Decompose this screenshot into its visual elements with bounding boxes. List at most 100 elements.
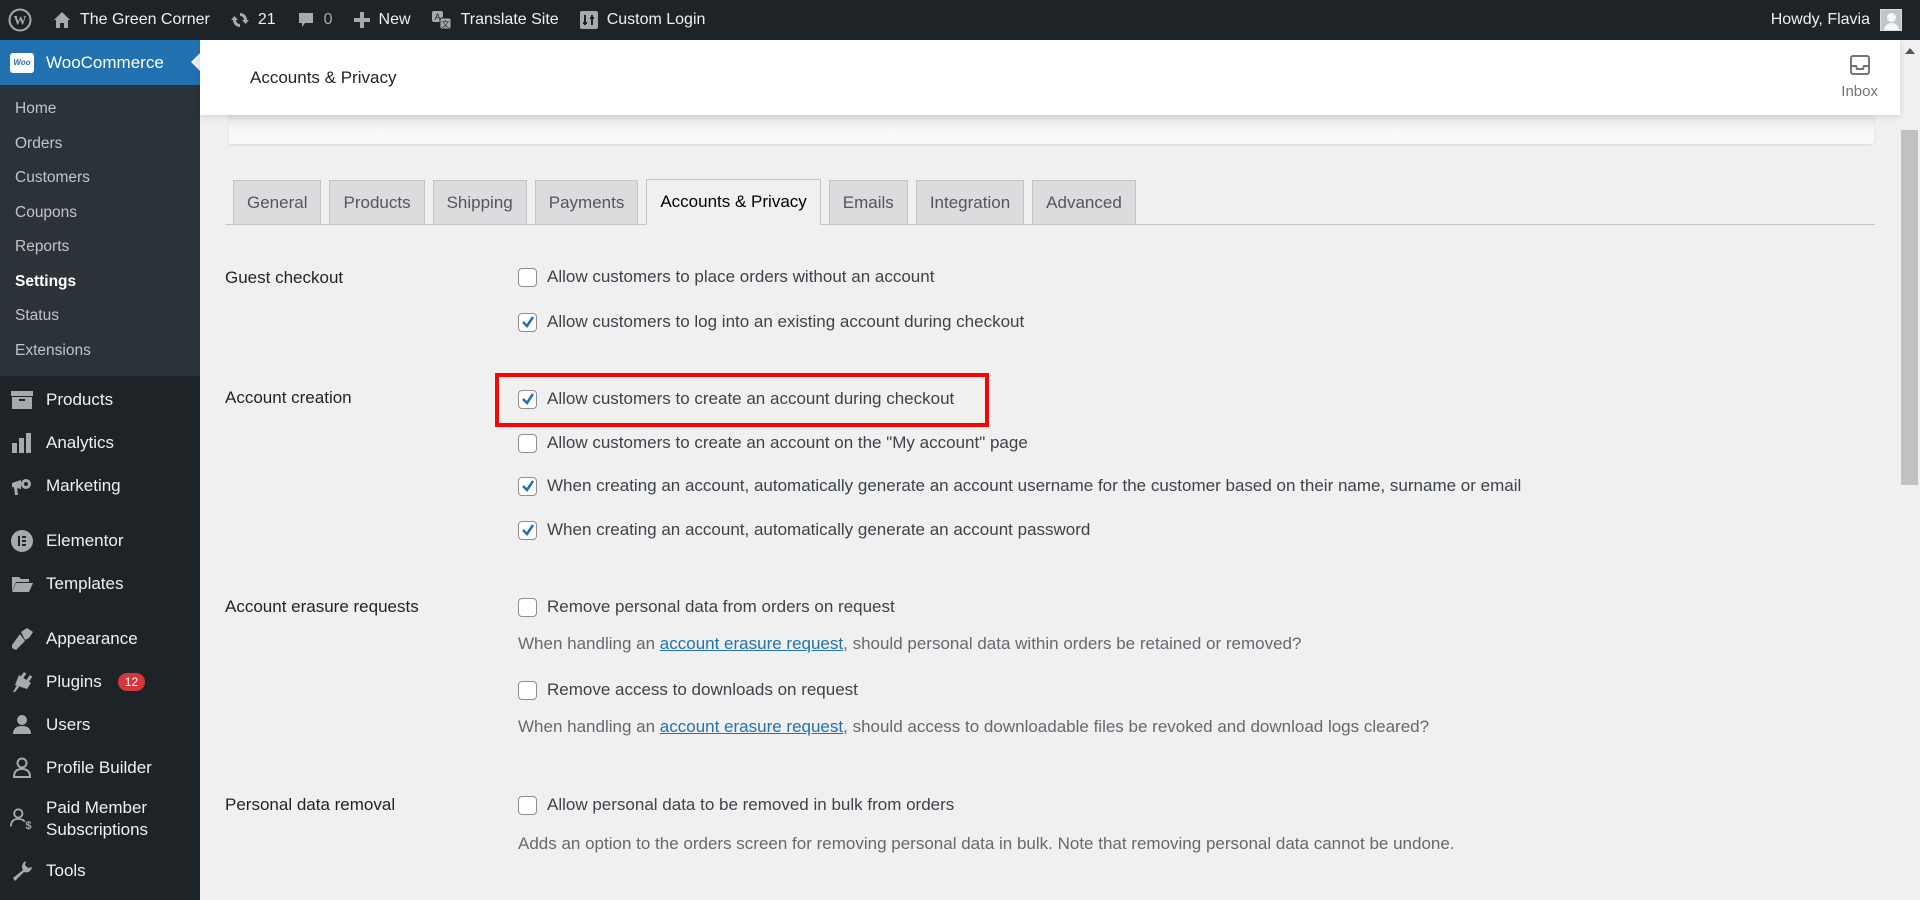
option-generate-username[interactable]: When creating an account, automatically … — [518, 476, 1521, 496]
option-label: Allow customers to create an account dur… — [547, 389, 955, 408]
bar-chart-icon — [10, 431, 34, 455]
submenu-item-home[interactable]: Home — [0, 92, 200, 127]
option-create-account-checkout[interactable]: Allow customers to create an account dur… — [518, 389, 954, 409]
option-create-account-my-account[interactable]: Allow customers to create an account on … — [518, 433, 1028, 453]
settings-tabs: General Products Shipping Payments Accou… — [225, 179, 1875, 225]
submenu-item-reports[interactable]: Reports — [0, 230, 200, 265]
personal-data-removal-label: Personal data removal — [225, 795, 396, 814]
sidebar-item-appearance[interactable]: Appearance — [0, 617, 200, 660]
option-description: When handling an account erasure request… — [518, 634, 1301, 654]
option-bulk-remove-personal-data[interactable]: Allow personal data to be removed in bul… — [518, 795, 954, 815]
current-menu-arrow — [191, 53, 200, 71]
checkbox[interactable] — [518, 476, 537, 496]
sidebar-item-label: Products — [46, 389, 114, 409]
sidebar-item-paid-member-subscriptions[interactable]: $ Paid Member Subscriptions — [0, 789, 200, 849]
option-login-during-checkout[interactable]: Allow customers to log into an existing … — [518, 312, 1024, 332]
checkbox[interactable] — [518, 597, 537, 617]
comments-link[interactable]: 0 — [286, 0, 343, 40]
sidebar-item-users[interactable]: Users — [0, 703, 200, 746]
updates-count: 21 — [257, 11, 276, 28]
submenu-item-extensions[interactable]: Extensions — [0, 334, 200, 369]
tab-general[interactable]: General — [233, 180, 322, 224]
checkbox[interactable] — [518, 433, 537, 453]
user-icon — [10, 713, 34, 737]
custom-login-label: Custom Login — [606, 11, 706, 28]
sidebar-item-templates[interactable]: Templates — [0, 562, 200, 605]
option-label: Allow customers to log into an existing … — [547, 312, 1025, 331]
inbox-button[interactable]: Inbox — [1841, 54, 1878, 100]
my-account-menu[interactable]: Howdy, Flavia — [1771, 9, 1920, 31]
sidebar-item-elementor[interactable]: Elementor — [0, 519, 200, 562]
option-label: Allow personal data to be removed in bul… — [547, 795, 955, 814]
guest-checkout-label: Guest checkout — [225, 268, 344, 287]
sidebar-item-products[interactable]: Products — [0, 378, 200, 421]
checkbox[interactable] — [518, 680, 537, 700]
option-label: When creating an account, automatically … — [547, 520, 1091, 539]
account-erasure-label: Account erasure requests — [225, 597, 419, 616]
plug-icon — [10, 670, 34, 694]
option-generate-password[interactable]: When creating an account, automatically … — [518, 520, 1090, 540]
checkbox[interactable] — [518, 795, 537, 815]
plus-icon — [353, 11, 371, 29]
tab-payments[interactable]: Payments — [534, 180, 639, 224]
account-creation-label: Account creation — [225, 388, 352, 407]
sidebar-item-profile-builder[interactable]: Profile Builder — [0, 746, 200, 789]
option-label: Remove personal data from orders on requ… — [547, 597, 895, 616]
plugins-update-badge: 12 — [117, 672, 146, 691]
sidebar-item-label: Marketing — [46, 475, 121, 495]
sidebar-item-plugins[interactable]: Plugins 12 — [0, 660, 200, 703]
new-label: New — [378, 11, 411, 28]
site-name: The Green Corner — [80, 11, 210, 28]
sidebar-item-analytics[interactable]: Analytics — [0, 421, 200, 464]
option-remove-downloads[interactable]: Remove access to downloads on request — [518, 680, 858, 700]
description-text: , should personal data within orders be … — [843, 634, 1302, 653]
checkbox[interactable] — [518, 520, 537, 540]
option-guest-checkout[interactable]: Allow customers to place orders without … — [518, 267, 934, 287]
account-erasure-request-link[interactable]: account erasure request — [660, 634, 843, 653]
tab-advanced[interactable]: Advanced — [1032, 180, 1136, 224]
option-label: When creating an account, automatically … — [547, 476, 1522, 495]
new-content-link[interactable]: New — [343, 0, 421, 40]
tab-emails[interactable]: Emails — [828, 180, 908, 224]
site-name-link[interactable]: The Green Corner — [42, 0, 220, 40]
checkbox[interactable] — [518, 267, 537, 287]
sidebar-item-marketing[interactable]: Marketing — [0, 464, 200, 507]
user-outline-icon — [10, 756, 34, 780]
svg-text:W: W — [14, 13, 27, 28]
custom-login-link[interactable]: Custom Login — [569, 0, 716, 40]
option-description: When handling an account erasure request… — [518, 717, 1429, 737]
updates-link[interactable]: 21 — [220, 0, 286, 40]
checkbox[interactable] — [518, 389, 537, 409]
tab-integration[interactable]: Integration — [915, 180, 1025, 224]
wordpress-logo-button[interactable]: W — [0, 0, 42, 40]
page-scrollbar[interactable] — [1900, 40, 1920, 900]
home-icon — [52, 10, 72, 30]
page-title: Accounts & Privacy — [250, 68, 397, 87]
inbox-icon — [1849, 54, 1871, 80]
tab-products[interactable]: Products — [329, 180, 425, 224]
option-label: Remove access to downloads on request — [547, 680, 858, 699]
option-remove-personal-data[interactable]: Remove personal data from orders on requ… — [518, 597, 895, 617]
sidebar-item-tools[interactable]: Tools — [0, 849, 200, 892]
checkbox[interactable] — [518, 312, 537, 332]
option-description: Adds an option to the orders screen for … — [518, 834, 1455, 853]
sidebar-item-label: Plugins — [46, 671, 102, 691]
custom-login-icon — [579, 10, 599, 30]
scroll-up-arrow-icon[interactable] — [1905, 48, 1915, 54]
svg-text:文: 文 — [441, 19, 449, 29]
submenu-item-status[interactable]: Status — [0, 299, 200, 334]
woocommerce-submenu: Home Orders Customers Coupons Reports Se… — [0, 85, 200, 376]
tab-shipping[interactable]: Shipping — [432, 180, 527, 224]
submenu-item-coupons[interactable]: Coupons — [0, 196, 200, 231]
sidebar-item-label: Paid Member Subscriptions — [46, 798, 149, 839]
scrollbar-thumb[interactable] — [1901, 130, 1918, 485]
sidebar-item-woocommerce[interactable]: Woo WooCommerce — [0, 40, 200, 85]
submenu-item-orders[interactable]: Orders — [0, 127, 200, 162]
translate-site-link[interactable]: A文 Translate Site — [421, 0, 569, 40]
tab-accounts-privacy[interactable]: Accounts & Privacy — [646, 179, 821, 225]
account-erasure-request-link[interactable]: account erasure request — [660, 717, 843, 736]
admin-bar: W The Green Corner 21 0 New A文 Translate… — [0, 0, 1920, 40]
submenu-item-settings[interactable]: Settings — [0, 265, 200, 300]
inbox-label: Inbox — [1841, 83, 1878, 100]
submenu-item-customers[interactable]: Customers — [0, 161, 200, 196]
